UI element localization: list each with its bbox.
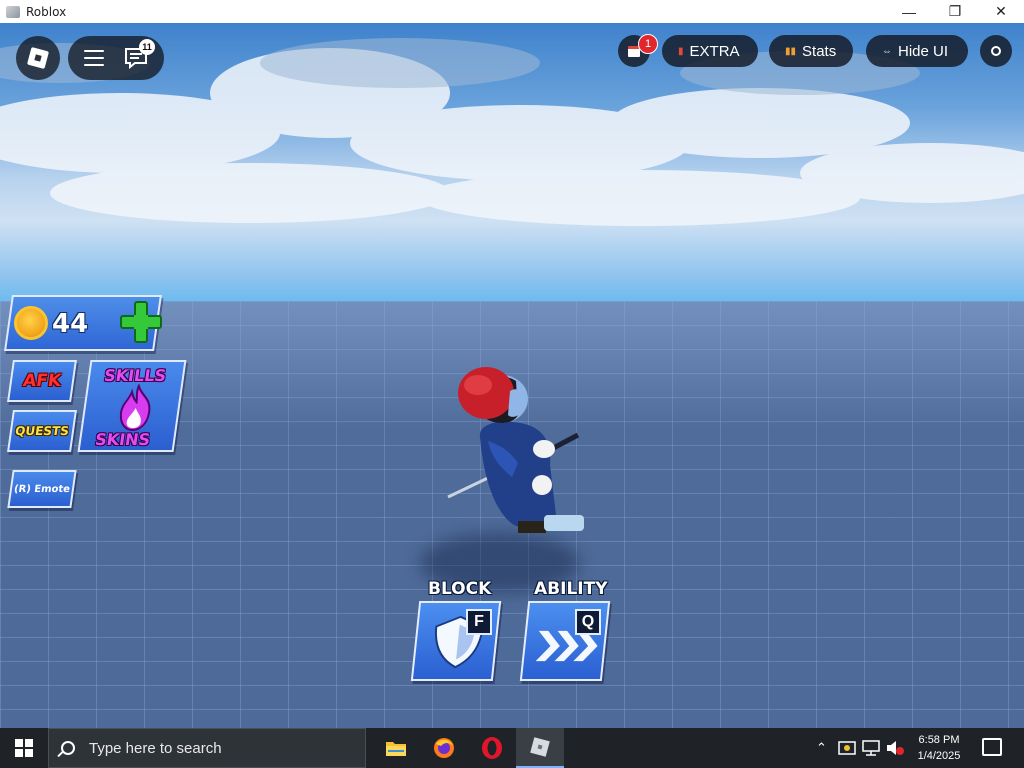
windows-logo-icon	[15, 739, 33, 757]
roblox-menu-button[interactable]	[16, 36, 60, 80]
settings-button[interactable]	[980, 35, 1012, 67]
hide-ui-icon: ⇔	[882, 45, 892, 57]
clock-time: 6:58 PM	[918, 734, 960, 746]
taskbar-firefox[interactable]	[420, 728, 468, 768]
tray-chevron-icon[interactable]: ⌃	[816, 740, 827, 756]
extra-icon: ▮	[678, 45, 684, 57]
afk-button[interactable]: AFK	[7, 360, 77, 402]
close-button[interactable]: ✕	[978, 0, 1024, 23]
stats-label: Stats	[802, 42, 837, 60]
skills-label: SKILLS	[102, 366, 168, 385]
taskbar-file-explorer[interactable]	[372, 728, 420, 768]
stats-bar-icon: ▮▮	[785, 45, 797, 57]
block-key-badge: F	[466, 609, 492, 635]
hide-ui-label: Hide UI	[898, 42, 949, 60]
chat-unread-badge: 11	[139, 39, 155, 55]
calendar-badge: 1	[638, 34, 658, 54]
taskbar-search-input[interactable]: Type here to search	[48, 728, 366, 768]
stats-button[interactable]: ▮▮ Stats	[769, 35, 853, 67]
skills-skins-button[interactable]: SKILLS SKINS	[77, 360, 187, 452]
notification-center-icon[interactable]	[982, 738, 1002, 756]
security-tray-icon[interactable]	[838, 739, 856, 757]
quests-label: QUESTS	[14, 424, 70, 438]
taskbar-roblox[interactable]	[516, 728, 564, 768]
skins-label: SKINS	[93, 430, 152, 449]
taskbar: Type here to search ⌃ 6:58 PM 1/4/2025	[0, 728, 1024, 768]
network-tray-icon[interactable]	[862, 739, 880, 757]
menu-chat-group: 11	[68, 36, 164, 80]
emote-label: (R) Emote	[13, 483, 71, 495]
folder-icon	[386, 742, 406, 756]
coin-count: 44	[52, 309, 89, 339]
hide-ui-button[interactable]: ⇔ Hide UI	[866, 35, 968, 67]
roblox-logo-icon	[26, 46, 50, 70]
search-placeholder: Type here to search	[89, 739, 222, 757]
roblox-app-icon	[6, 5, 20, 18]
afk-label: AFK	[21, 371, 63, 391]
gear-icon	[991, 46, 1001, 56]
buy-coins-button[interactable]	[120, 301, 162, 343]
volume-muted-icon[interactable]	[886, 739, 904, 757]
player-avatar	[447, 367, 584, 533]
window-titlebar: Roblox — ❐ ✕	[0, 0, 1024, 23]
ability-key-badge: Q	[575, 609, 601, 635]
extra-button[interactable]: ▮ EXTRA	[662, 35, 758, 67]
search-icon	[61, 741, 75, 755]
ability-label: ABILITY	[534, 579, 608, 599]
taskbar-opera[interactable]	[468, 728, 516, 768]
window-title: Roblox	[26, 4, 67, 19]
clock-date: 1/4/2025	[917, 750, 961, 762]
opera-icon	[482, 737, 502, 759]
quests-button[interactable]: QUESTS	[7, 410, 77, 452]
emote-button[interactable]: (R) Emote	[7, 470, 77, 508]
firefox-icon	[434, 738, 454, 758]
flame-icon	[119, 384, 151, 432]
roblox-icon	[530, 737, 550, 757]
hamburger-menu-icon[interactable]	[84, 50, 104, 66]
start-button[interactable]	[0, 728, 48, 768]
system-clock[interactable]: 6:58 PM 1/4/2025	[906, 732, 972, 764]
block-label: BLOCK	[428, 579, 492, 599]
game-viewport[interactable]: 11 1 ▮ EXTRA ▮▮ Stats ⇔ Hide UI 44 AFK Q…	[0, 23, 1024, 728]
window-controls: — ❐ ✕	[886, 0, 1024, 23]
minimize-button[interactable]: —	[886, 0, 932, 23]
coin-icon	[14, 306, 48, 340]
restore-button[interactable]: ❐	[932, 0, 978, 23]
extra-label: EXTRA	[689, 42, 740, 60]
